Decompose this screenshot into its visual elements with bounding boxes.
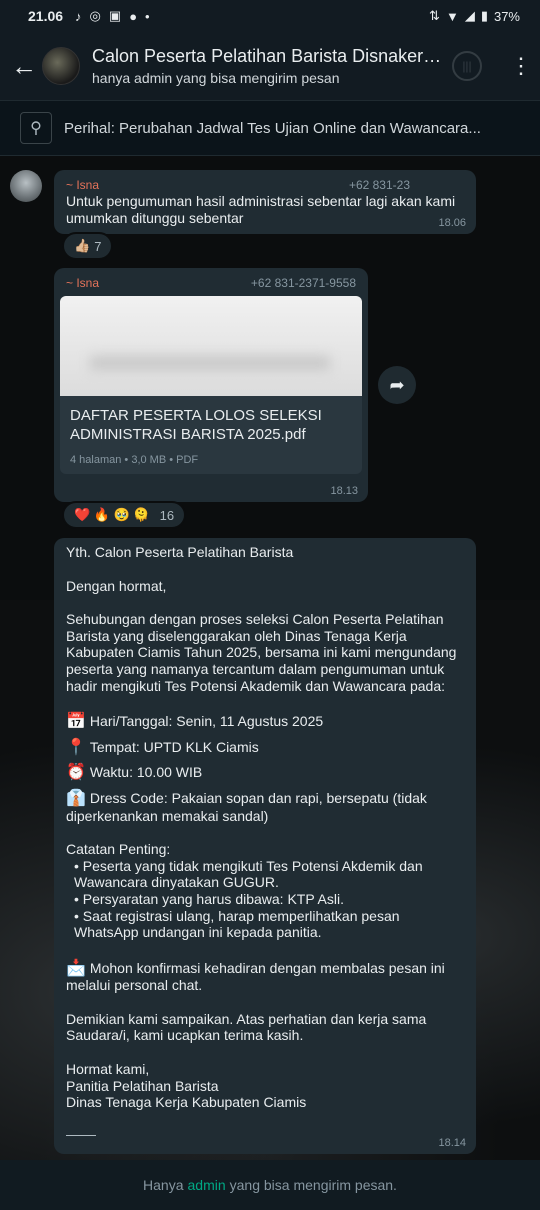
time-line: ⏰ Waktu: 10.00 WIB: [66, 764, 464, 782]
document-preview[interactable]: [60, 296, 362, 396]
sender-avatar[interactable]: [10, 170, 42, 202]
reaction-emoji: 👍🏼: [74, 238, 91, 253]
voice-call-icon[interactable]: |||: [452, 51, 482, 81]
message-time: 18.06: [438, 217, 466, 229]
admin-link[interactable]: admin: [188, 1177, 226, 1193]
chat-title: Calon Peserta Pelatihan Barista Disnaker…: [92, 46, 442, 66]
sender-phone: +62 831-23: [348, 178, 410, 192]
footer-prefix: Hanya: [143, 1177, 184, 1193]
announcement-message-bubble[interactable]: Yth. Calon Peserta Pelatihan Barista Den…: [54, 538, 476, 1154]
status-bar: 21.06 ♪ ◎ ▣ ● • ⇅ ▼ ◢ ▮ 37%: [0, 0, 540, 32]
dot-icon: •: [145, 8, 150, 24]
footer-suffix: yang bisa mengirim pesan.: [229, 1177, 397, 1193]
sender-phone: +62 831-2371-9558: [250, 276, 356, 290]
greeting-line: Yth. Calon Peserta Pelatihan Barista: [66, 544, 294, 560]
note-item: • Persyaratan yang harus dibawa: KTP Asl…: [74, 890, 345, 907]
signature-line: Dinas Tenaga Kerja Kabupaten Ciamis: [66, 1094, 307, 1111]
battery-icon: ▮: [480, 8, 488, 23]
message-time: 18.13: [330, 485, 358, 497]
document-message-bubble[interactable]: ~ Isna +62 831-2371-9558 DAFTAR PESERTA …: [54, 268, 368, 502]
reaction-count: 7: [94, 238, 102, 254]
time-text: Waktu: 10.00 WIB: [89, 764, 203, 781]
sender-line: ~ Isna +62 831-23: [66, 178, 464, 192]
forward-icon[interactable]: ➦: [378, 366, 416, 404]
wifi-icon: ▼: [445, 8, 459, 24]
status-time: 21.06: [28, 8, 64, 24]
necktie-icon: 👔: [66, 789, 86, 807]
location-pin-icon: 📍: [66, 738, 86, 756]
sender-line: ~ Isna +62 831-2371-9558: [60, 276, 362, 290]
notes-title: Catatan Penting:: [66, 841, 171, 858]
announcement-text: Yth. Calon Peserta Pelatihan Barista Den…: [66, 544, 464, 1136]
divider: [66, 1134, 96, 1136]
date-text: Hari/Tanggal: Senin, 11 Agustus 2025: [89, 713, 324, 730]
intro-paragraph: Sehubungan dengan proses seleksi Calon P…: [66, 611, 457, 694]
reaction-emoji: ❤️ 🔥 🥹 🫠: [74, 507, 150, 522]
place-line: 📍 Tempat: UPTD KLK Ciamis: [66, 739, 464, 757]
date-line: 📅 Hari/Tanggal: Senin, 11 Agustus 2025: [66, 713, 464, 731]
confirm-line: 📩 Mohon konfirmasi kehadiran dengan memba…: [66, 960, 464, 994]
vibrate-icon: ⇅: [429, 8, 440, 23]
document-meta: 4 halaman • 3,0 MB • PDF: [70, 454, 199, 466]
signal-icon: ◢: [464, 8, 475, 23]
message-text: Untuk pengumuman hasil administrasi sebe…: [66, 193, 456, 226]
instagram-icon: ▣: [108, 8, 122, 23]
dress-text: Dress Code: Pakaian sopan dan rapi, bers…: [66, 789, 427, 824]
back-arrow-icon[interactable]: ←: [6, 51, 42, 82]
place-text: Tempat: UPTD KLK Ciamis: [89, 738, 259, 755]
calendar-icon: 📅: [66, 713, 86, 731]
battery-percent: 37%: [493, 8, 520, 24]
admin-only-footer: Hanya admin yang bisa mengirim pesan.: [0, 1160, 540, 1210]
envelope-icon: 📩: [66, 959, 86, 977]
pinned-message-bar[interactable]: ⚲ Perihal: Perubahan Jadwal Tes Ujian On…: [0, 100, 540, 156]
dress-line: 👔 Dress Code: Pakaian sopan dan rapi, ber…: [66, 790, 464, 824]
chat-title-block[interactable]: Calon Peserta Pelatihan Barista Disnaker…: [92, 46, 442, 86]
message-time: 18.14: [438, 1137, 466, 1149]
alarm-clock-icon: ⏰: [66, 764, 86, 782]
signature-line: Panitia Pelatihan Barista: [66, 1077, 219, 1094]
group-avatar[interactable]: [42, 47, 80, 85]
pinned-message-text: Perihal: Perubahan Jadwal Tes Ujian Onli…: [64, 119, 481, 137]
closing-paragraph: Demikian kami sampaikan. Atas perhatian …: [66, 1010, 427, 1044]
sender-name[interactable]: ~ Isna: [66, 276, 99, 290]
note-item: • Saat registrasi ulang, harap memperlih…: [74, 907, 400, 941]
reaction-count: 16: [159, 507, 175, 523]
tiktok-icon: ♪: [75, 8, 82, 24]
chat-header: ← Calon Peserta Pelatihan Barista Disnak…: [0, 32, 540, 100]
document-info[interactable]: DAFTAR PESERTA LOLOS SELEKSI ADMINISTRAS…: [60, 396, 362, 474]
signature-line: Hormat kami,: [66, 1061, 150, 1078]
chat-subtitle: hanya admin yang bisa mengirim pesan: [92, 70, 340, 86]
more-options-icon[interactable]: ⋮: [510, 55, 532, 77]
reaction-badge[interactable]: 👍🏼 7: [62, 232, 114, 260]
message-bubble[interactable]: ~ Isna +62 831-23 Untuk pengumuman hasil…: [54, 170, 476, 234]
reaction-badge[interactable]: ❤️ 🔥 🥹 🫠 16: [62, 501, 187, 529]
confirm-text: Mohon konfirmasi kehadiran dengan membal…: [66, 959, 445, 994]
note-item: • Peserta yang tidak mengikuti Tes Poten…: [74, 857, 423, 891]
pin-icon: ⚲: [20, 112, 52, 144]
whatsapp-icon: ◎: [89, 8, 101, 23]
document-name: DAFTAR PESERTA LOLOS SELEKSI ADMINISTRAS…: [70, 407, 322, 443]
sender-name[interactable]: ~ Isna: [66, 178, 99, 192]
go-icon: ●: [129, 8, 138, 24]
salutation-line: Dengan hormat,: [66, 577, 167, 594]
